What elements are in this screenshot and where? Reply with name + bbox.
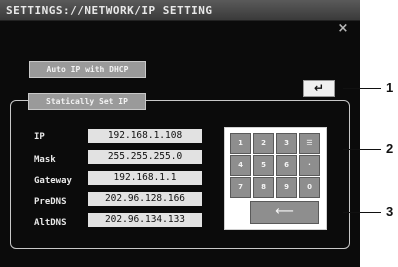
key-8[interactable]: 8: [253, 177, 274, 198]
altdns-input[interactable]: 202.96.134.133: [88, 213, 202, 227]
backspace-icon[interactable]: ⟵: [250, 201, 319, 224]
gateway-label: Gateway: [34, 176, 72, 186]
key-1[interactable]: 1: [230, 133, 251, 154]
key-3[interactable]: 3: [276, 133, 297, 154]
predns-input[interactable]: 202.96.128.166: [88, 192, 202, 206]
callout-line-1: [343, 88, 381, 89]
altdns-label: AltDNS: [34, 218, 67, 228]
key-5[interactable]: 5: [253, 155, 274, 176]
ip-label: IP: [34, 132, 45, 142]
static-ip-button[interactable]: Statically Set IP: [28, 93, 146, 110]
window-title: SETTINGS://NETWORK/IP SETTING: [6, 4, 213, 17]
key-6[interactable]: 6: [276, 155, 297, 176]
gateway-input[interactable]: 192.168.1.1: [88, 171, 202, 185]
key-9[interactable]: 9: [276, 177, 297, 198]
enter-icon[interactable]: ↵: [303, 80, 335, 97]
ip-setting-screen: SETTINGS://NETWORK/IP SETTING × Auto IP …: [0, 0, 360, 267]
close-icon[interactable]: ×: [336, 22, 350, 36]
predns-label: PreDNS: [34, 197, 67, 207]
mask-input[interactable]: 255.255.255.0: [88, 150, 202, 164]
callout-1: 1: [386, 80, 394, 95]
key-menu-icon[interactable]: ☰: [299, 133, 320, 154]
title-bar: SETTINGS://NETWORK/IP SETTING: [0, 0, 360, 21]
key-7[interactable]: 7: [230, 177, 251, 198]
dhcp-button[interactable]: Auto IP with DHCP: [29, 61, 146, 78]
key-2[interactable]: 2: [253, 133, 274, 154]
callout-3: 3: [386, 204, 394, 219]
key-4[interactable]: 4: [230, 155, 251, 176]
key-0[interactable]: 0: [299, 177, 320, 198]
key-dot[interactable]: ·: [299, 155, 320, 176]
mask-label: Mask: [34, 155, 56, 165]
callout-line-2: [343, 149, 381, 150]
callout-2: 2: [386, 141, 394, 156]
ip-input[interactable]: 192.168.1.108: [88, 129, 202, 143]
callout-line-3: [343, 212, 381, 213]
